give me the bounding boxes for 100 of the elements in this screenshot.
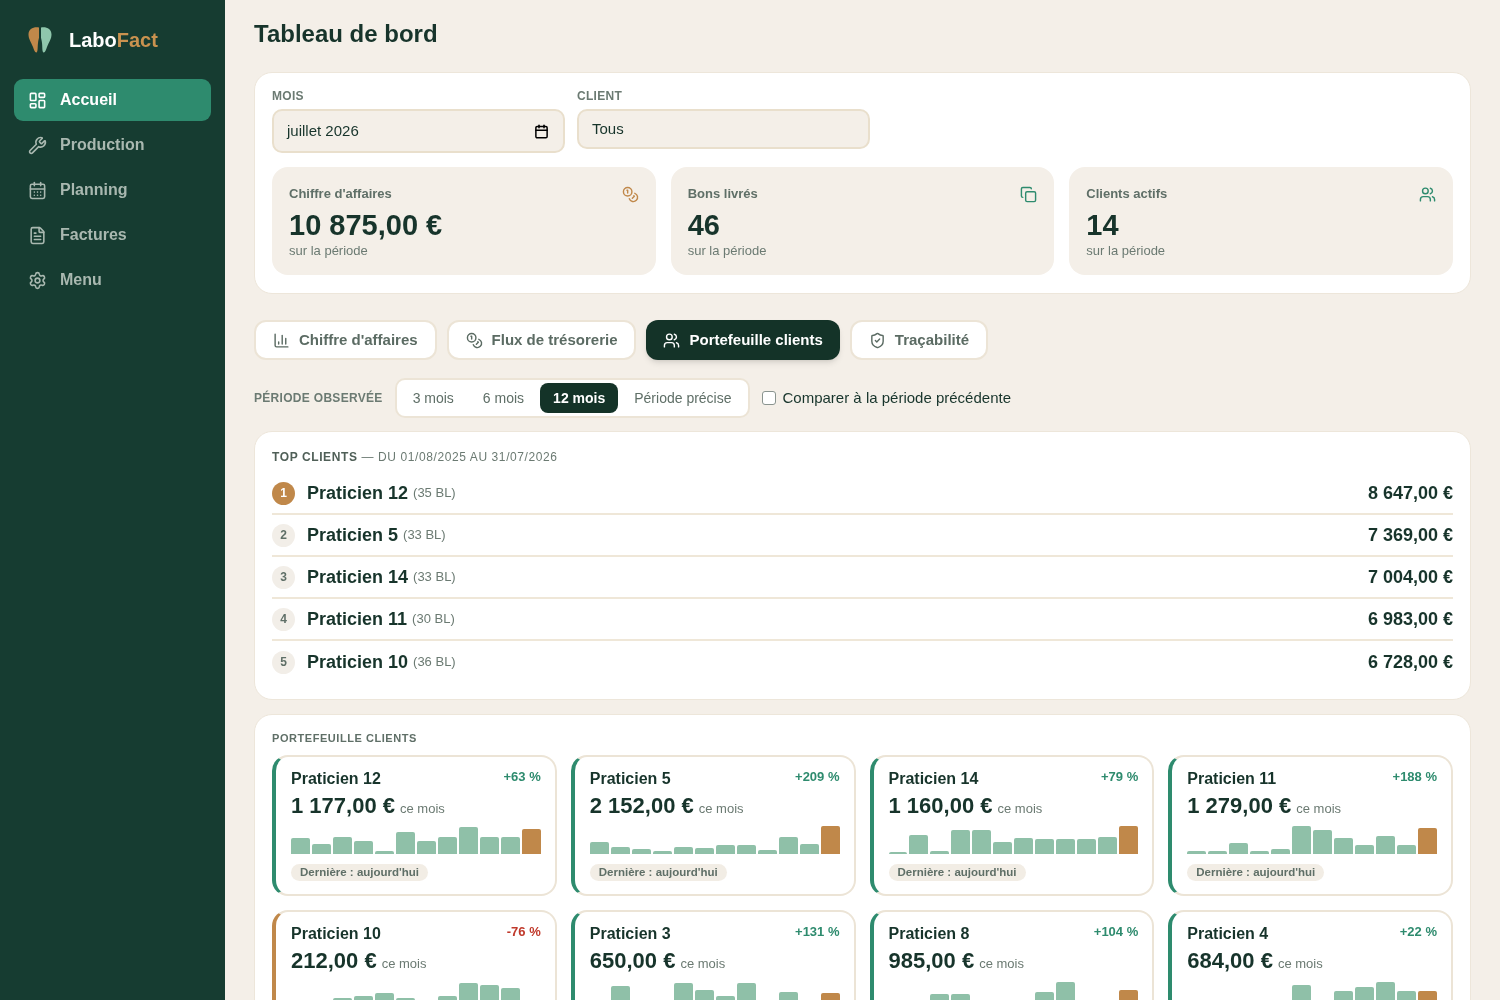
rank-badge: 4 [272, 607, 295, 631]
period-option[interactable]: Période précise [621, 383, 745, 413]
tab[interactable]: Chiffre d'affaires [254, 320, 437, 360]
client-card[interactable]: Praticien 10 -76 % 212,00 € ce mois [272, 910, 557, 1000]
tab[interactable]: Flux de trésorerie [446, 320, 637, 360]
stat-caption: sur la période [1086, 242, 1167, 260]
card-amount: 2 152,00 € [589, 792, 694, 820]
dashboard-icon [28, 90, 47, 110]
client-name: Praticien 10 [291, 924, 381, 944]
period-option[interactable]: 6 mois [469, 383, 538, 413]
amount-unit: ce mois [979, 955, 1024, 973]
amount-unit: ce mois [1296, 800, 1342, 818]
card-amount: 212,00 € [291, 947, 377, 975]
nav-item[interactable]: Production [14, 124, 211, 166]
client-name: Praticien 14 [888, 769, 979, 789]
client-amount: 8 647,00 € [1367, 481, 1453, 505]
change-percent: +79 % [1101, 768, 1139, 785]
client-card[interactable]: Praticien 12 +63 % 1 177,00 € ce mois Dernière : aujourd'hui [272, 755, 557, 896]
nav-item[interactable]: Factures [14, 214, 211, 256]
client-name: Praticien 12 [307, 481, 409, 505]
card-amount: 650,00 € [589, 947, 676, 975]
amount-unit: ce mois [381, 955, 427, 973]
page-title: Tableau de bord [254, 19, 439, 49]
calendar-icon [28, 180, 47, 200]
month-field[interactable]: juillet 2026 [272, 109, 565, 153]
client-name: Praticien 5 [589, 769, 671, 789]
amount-unit: ce mois [698, 800, 744, 818]
period-option[interactable]: 3 mois [399, 383, 467, 413]
card-amount: 684,00 € [1187, 947, 1273, 975]
period-label: PÉRIODE OBSERVÉE [254, 389, 383, 407]
stat-value: 14 [1086, 208, 1120, 242]
client-amount: 7 004,00 € [1367, 565, 1453, 589]
rank-badge: 5 [272, 650, 295, 674]
client-select[interactable]: Tous [577, 109, 870, 149]
amount-unit: ce mois [680, 955, 726, 973]
client-name: Praticien 5 [307, 523, 399, 547]
nav-item[interactable]: Accueil [14, 79, 211, 121]
client-card[interactable]: Praticien 11 +188 % 1 279,00 € ce mois Dernière : aujourd'hui [1168, 755, 1453, 896]
delivery-count: (33 BL) [403, 526, 446, 545]
sparkline-bar [1014, 838, 1034, 854]
rank-badge: 3 [272, 565, 295, 589]
coins-icon [621, 185, 639, 203]
delivery-count: (35 BL) [413, 484, 456, 503]
client-card[interactable]: Praticien 3 +131 % 650,00 € ce mois [570, 910, 856, 1000]
tab[interactable]: Portefeuille clients [646, 320, 840, 360]
client-name: Praticien 11 [1187, 769, 1277, 789]
compare-checkbox[interactable] [761, 391, 776, 405]
section-heading: PORTEFEUILLE CLIENTS [272, 731, 418, 745]
amount-unit: ce mois [400, 800, 445, 818]
nav-item[interactable]: Menu [14, 259, 211, 301]
users-icon [1419, 185, 1436, 203]
card-amount: 985,00 € [888, 947, 975, 975]
last-activity-badge: Dernière : aujourd'hui [1187, 864, 1325, 881]
client-card[interactable]: Praticien 5 +209 % 2 152,00 € ce mois Dernière : aujourd'hui [570, 755, 856, 896]
field-label: CLIENT [577, 89, 624, 103]
change-percent: +188 % [1392, 768, 1437, 785]
last-activity-badge: Dernière : aujourd'hui [291, 864, 429, 881]
tab[interactable]: Traçabilité [849, 320, 989, 360]
card-amount: 1 177,00 € [291, 792, 395, 820]
card-amount: 1 160,00 € [888, 792, 993, 820]
stat-label: Bons livrés [687, 185, 758, 203]
delivery-count: (33 BL) [413, 568, 456, 587]
stat-label: Clients actifs [1086, 185, 1168, 203]
client-card[interactable]: Praticien 8 +104 % 985,00 € ce mois [869, 910, 1155, 1000]
client-amount: 7 369,00 € [1367, 523, 1453, 547]
client-name: Praticien 10 [307, 650, 409, 674]
client-card[interactable]: Praticien 14 +79 % 1 160,00 € ce mois Dernière : aujourd'hui [869, 755, 1155, 896]
rank-badge: 2 [272, 523, 295, 547]
delivery-count: (36 BL) [413, 653, 456, 672]
calendar-icon[interactable] [534, 123, 549, 139]
stat-caption: sur la période [687, 242, 768, 260]
sparkline-bar [291, 838, 310, 854]
coins-icon [465, 331, 483, 349]
client-name: Praticien 4 [1187, 924, 1269, 944]
client-amount: 6 983,00 € [1367, 607, 1453, 631]
card-amount: 1 279,00 € [1187, 792, 1292, 820]
client-name: Praticien 3 [589, 924, 671, 944]
rank-badge: 1 [272, 481, 295, 505]
wrench-icon [28, 135, 47, 155]
client-card[interactable]: Praticien 4 +22 % 684,00 € ce mois [1168, 910, 1453, 1000]
stat-label: Chiffre d'affaires [289, 185, 392, 203]
amount-unit: ce mois [997, 800, 1043, 818]
amount-unit: ce mois [1277, 955, 1323, 973]
change-percent: +22 % [1399, 923, 1437, 940]
period-option[interactable]: 12 mois [540, 383, 619, 413]
change-percent: +209 % [795, 768, 840, 785]
section-heading: TOP CLIENTS — DU 01/08/2025 AU 31/07/2026 [272, 450, 559, 464]
settings-icon [28, 270, 47, 290]
nav-item[interactable]: Planning [14, 169, 211, 211]
client-name: Praticien 12 [291, 769, 381, 789]
document-icon [28, 225, 47, 245]
compare-label[interactable]: Comparer à la période précédente [782, 386, 1011, 410]
client-name: Praticien 8 [888, 924, 970, 944]
sparkline-bar [1035, 839, 1055, 854]
last-activity-badge: Dernière : aujourd'hui [888, 864, 1026, 881]
stat-value: 46 [687, 208, 721, 242]
tooth-icon [27, 26, 53, 54]
stat-caption: sur la période [289, 242, 369, 260]
change-percent: -76 % [506, 923, 541, 940]
stat-value: 10 875,00 € [289, 208, 444, 242]
